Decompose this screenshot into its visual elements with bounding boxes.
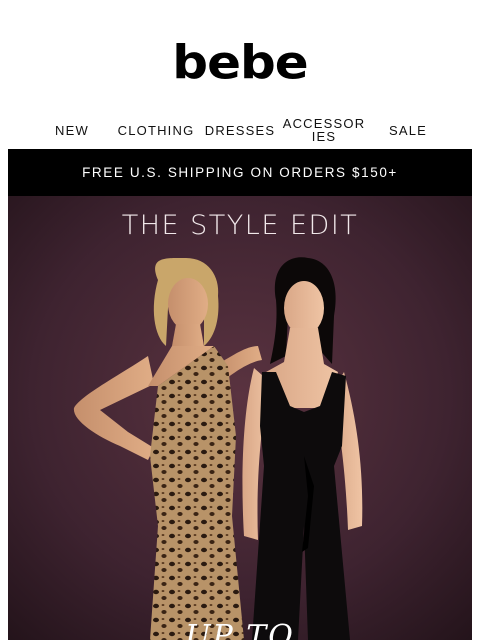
nav-item-label: ACCESSORIES	[282, 116, 366, 144]
nav-item-label: NEW	[55, 122, 89, 138]
nav-item-dresses[interactable]: DRESSES	[198, 112, 282, 148]
nav-item-clothing[interactable]: CLOTHING	[114, 112, 198, 148]
brand-logo[interactable]: bebe	[0, 38, 480, 88]
nav-item-sale[interactable]: SALE	[366, 112, 450, 148]
nav-item-label: DRESSES	[204, 122, 276, 138]
promo-banner-text: FREE U.S. SHIPPING ON ORDERS $150+	[82, 165, 398, 180]
nav-item-label: CLOTHING	[117, 122, 195, 138]
main-nav: NEW CLOTHING DRESSES ACCESSORIES SALE	[30, 112, 450, 148]
nav-item-label: SALE	[388, 122, 428, 138]
nav-item-accessories[interactable]: ACCESSORIES	[282, 112, 366, 148]
hero-banner[interactable]: THE STYLE EDIT UP TO	[8, 196, 472, 640]
nav-item-new[interactable]: NEW	[30, 112, 114, 148]
hero-subtitle: UP TO	[185, 619, 295, 640]
hero-image	[8, 196, 472, 640]
hero-title: THE STYLE EDIT	[121, 210, 359, 241]
logo-text: bebe	[172, 36, 308, 90]
promo-banner[interactable]: FREE U.S. SHIPPING ON ORDERS $150+	[8, 149, 472, 196]
